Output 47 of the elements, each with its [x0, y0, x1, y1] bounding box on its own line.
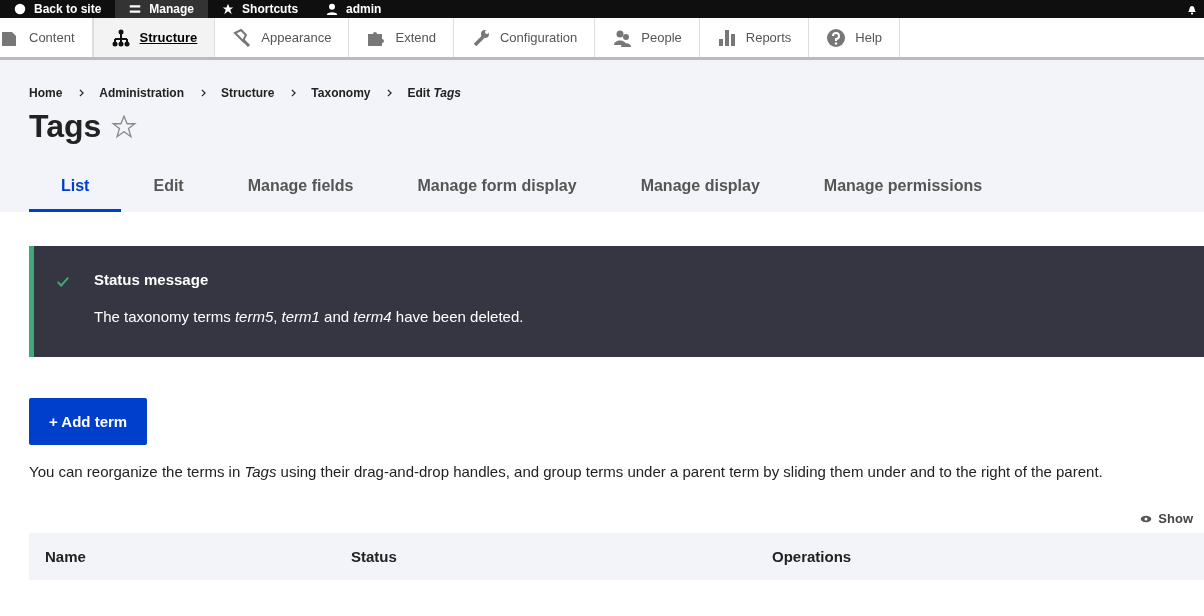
add-term-button[interactable]: + Add term — [29, 398, 148, 445]
toolbar-item[interactable]: Manage — [115, 0, 209, 18]
page-title: Tags — [29, 108, 102, 145]
admin-menu-item[interactable]: Configuration — [453, 18, 596, 57]
tab[interactable]: Manage display — [608, 165, 792, 212]
user-icon — [326, 3, 339, 15]
status-text: The taxonomy terms term5, term1 and term4 have been deleted. — [94, 308, 524, 325]
chevron-icon — [291, 89, 297, 97]
toolbar-item[interactable]: Shortcuts — [208, 0, 313, 18]
breadcrumb-link[interactable]: Home — [29, 86, 63, 100]
checkmark-icon — [56, 275, 70, 289]
menu-icon — [129, 3, 142, 15]
chevron-icon — [79, 89, 85, 97]
tab[interactable]: Manage form display — [385, 165, 609, 212]
bell-icon[interactable] — [1186, 3, 1198, 15]
breadcrumb-link[interactable]: Administration — [99, 86, 184, 100]
tab[interactable]: Edit — [121, 165, 216, 212]
tab[interactable]: Manage permissions — [791, 165, 1015, 212]
description-text: You can reorganize the terms in Tags using their drag-and-drop handles, and group terms under a parent term by sliding them under and to the right of the parent. — [29, 463, 1104, 480]
admin-menu-item[interactable]: People — [595, 18, 700, 57]
star-icon[interactable] — [111, 113, 138, 140]
toolbar-item[interactable]: Back to site — [0, 0, 116, 18]
admin-menu-item[interactable]: Appearance — [215, 18, 350, 57]
breadcrumb-link[interactable]: Taxonomy — [311, 86, 371, 100]
star-icon — [222, 3, 235, 15]
admin-menu-item[interactable]: Help — [809, 18, 901, 57]
chevron-icon — [201, 89, 206, 97]
admin-menu-item[interactable]: Content — [0, 18, 93, 57]
column-header: Operations — [771, 548, 852, 565]
breadcrumb-link[interactable]: Edit Tags — [407, 86, 462, 100]
column-header: Name — [44, 548, 87, 565]
show-link[interactable]: Show — [1140, 511, 1193, 526]
tab[interactable]: Manage fields — [215, 165, 386, 212]
tab[interactable]: List — [29, 165, 122, 212]
help-icon — [826, 27, 847, 48]
chevron-icon — [387, 89, 393, 97]
toolbar-item[interactable]: admin — [312, 0, 396, 18]
admin-menu-item[interactable]: Extend — [349, 18, 454, 57]
brush-icon — [232, 27, 253, 48]
column-header: Status — [350, 548, 398, 565]
eye-icon — [1140, 514, 1153, 523]
admin-menu-item[interactable]: Structure — [92, 18, 216, 57]
admin-menu-item[interactable]: Reports — [699, 18, 810, 57]
bar-chart-icon — [716, 27, 737, 48]
status-title: Status message — [94, 271, 210, 288]
sitemap-icon — [110, 27, 131, 48]
breadcrumb-link[interactable]: Structure — [221, 86, 275, 100]
